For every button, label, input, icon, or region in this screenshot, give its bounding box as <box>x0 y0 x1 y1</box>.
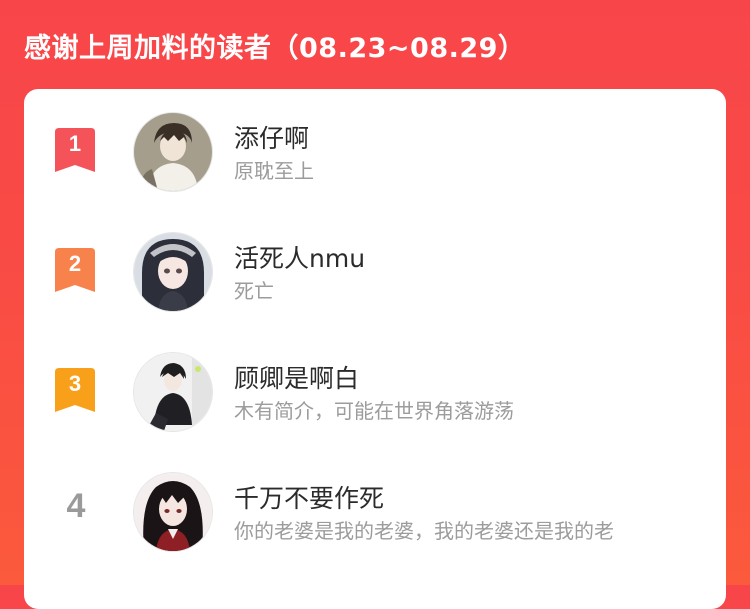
reader-list-card: 1 添仔啊 原耽至上 2 活死人nmu 死亡 3 顾卿是啊白 木有简介，可能在世… <box>24 89 726 609</box>
rank-badge-bronze: 3 <box>55 368 95 414</box>
list-item[interactable]: 2 活死人nmu 死亡 <box>24 213 726 333</box>
list-item[interactable]: 1 添仔啊 原耽至上 <box>24 93 726 213</box>
rank-number: 2 <box>68 251 82 276</box>
rank-badge-silver: 2 <box>55 248 95 294</box>
avatar[interactable] <box>134 113 212 191</box>
reader-bio: 死亡 <box>234 279 274 303</box>
reader-bio: 原耽至上 <box>234 159 314 183</box>
rank-number: 1 <box>68 131 82 156</box>
page-title: 感谢上周加料的读者（08.23~08.29） <box>24 33 526 64</box>
rank-badge-gold: 1 <box>55 128 95 174</box>
list-item[interactable]: 3 顾卿是啊白 木有简介，可能在世界角落游荡 <box>24 333 726 453</box>
reader-bio: 你的老婆是我的老婆，我的老婆还是我的老 <box>234 519 614 543</box>
reader-name: 顾卿是啊白 <box>234 364 360 393</box>
list-item[interactable]: 4 千万不要作死 你的老婆是我的老婆，我的老婆还是我的老 <box>24 453 726 573</box>
reader-bio: 木有简介，可能在世界角落游荡 <box>234 399 514 423</box>
reader-name: 活死人nmu <box>234 244 366 273</box>
reader-name: 添仔啊 <box>234 124 310 153</box>
avatar[interactable] <box>134 473 212 551</box>
reader-name: 千万不要作死 <box>234 484 385 513</box>
avatar[interactable] <box>134 353 212 431</box>
rank-number: 4 <box>66 487 86 525</box>
avatar[interactable] <box>134 233 212 311</box>
rank-number: 3 <box>68 371 82 396</box>
